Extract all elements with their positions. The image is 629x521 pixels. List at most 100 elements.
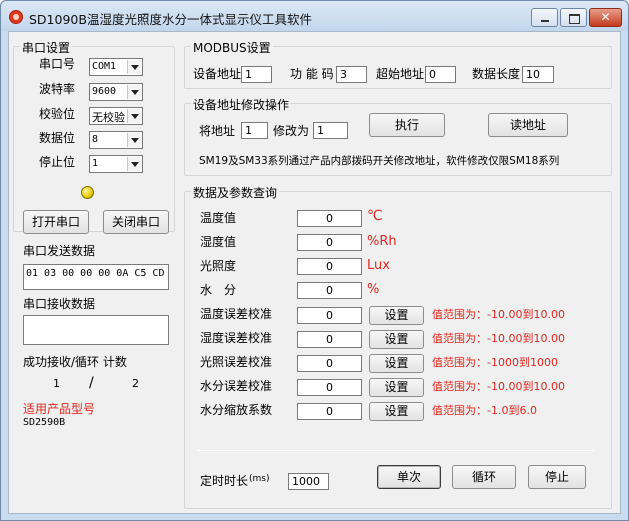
query-row-label: 光照误差校准: [200, 355, 273, 369]
humidity-value-field[interactable]: 0: [297, 234, 362, 251]
app-window: SD1090B温湿度光照度水分一体式显示仪工具软件 ✕ 串口设置 串口号 COM…: [0, 0, 629, 521]
baud-label: 波特率: [39, 82, 76, 96]
query-group: 数据及参数查询: [184, 184, 612, 509]
databits-select[interactable]: 8: [89, 131, 143, 149]
loop-query-button[interactable]: 循环: [452, 465, 516, 489]
query-title: 数据及参数查询: [191, 184, 280, 201]
timer-interval-field[interactable]: 1000: [288, 473, 329, 490]
chevron-down-icon: [127, 109, 141, 123]
baud-value: 9600: [92, 86, 117, 97]
query-row-label: 水分误差校准: [200, 379, 273, 393]
parity-select[interactable]: 无校验: [89, 107, 143, 125]
connection-status-indicator: [81, 186, 94, 199]
query-row-label: 水分缩放系数: [200, 403, 273, 417]
temp-calibration-set-button[interactable]: 设置: [369, 306, 424, 325]
stopbits-select[interactable]: 1: [89, 155, 143, 173]
chevron-down-icon: [127, 85, 141, 99]
query-row-label: 湿度值: [200, 235, 237, 249]
section-divider: [197, 450, 594, 451]
port-select[interactable]: COM1: [89, 58, 143, 76]
timer-label: 定时时长: [200, 474, 249, 488]
close-icon: ✕: [600, 10, 611, 24]
parity-value: 无校验: [92, 111, 125, 124]
client-area: 串口设置 串口号 COM1 波特率 9600 校验位 无校验 数据位 8 停止位…: [8, 31, 621, 514]
from-address-label: 将地址: [199, 124, 236, 138]
query-row-label: 温度误差校准: [200, 307, 273, 321]
single-query-button[interactable]: 单次: [377, 465, 441, 489]
humidity-calibration-set-button[interactable]: 设置: [369, 330, 424, 349]
parity-label: 校验位: [39, 107, 76, 121]
app-logo-icon: [9, 10, 23, 24]
stopbits-value: 1: [92, 158, 99, 169]
temp-calibration-range: 值范围为：-10.00到10.00: [432, 308, 565, 321]
databits-label: 数据位: [39, 131, 76, 145]
title-bar[interactable]: SD1090B温湿度光照度水分一体式显示仪工具软件 ✕: [1, 1, 628, 31]
from-address-field[interactable]: 1: [241, 122, 268, 139]
modbus-settings-title: MODBUS设置: [191, 39, 273, 56]
start-address-field[interactable]: 0: [425, 66, 456, 83]
humidity-unit: %Rh: [367, 234, 397, 249]
databits-value: 8: [92, 134, 99, 145]
humidity-calibration-range: 值范围为：-10.00到10.00: [432, 332, 565, 345]
stop-query-button[interactable]: 停止: [528, 465, 586, 489]
receive-data-field[interactable]: [23, 315, 169, 345]
count-separator: /: [89, 375, 94, 391]
query-row-label: 水 分: [200, 283, 237, 297]
address-change-note: SM19及SM33系列通过产品内部拨码开关修改地址，软件修改仅限SM18系列: [199, 155, 560, 167]
moisture-value-field[interactable]: 0: [297, 282, 362, 299]
moisture-scale-range: 值范围为：-1.0到6.0: [432, 404, 537, 417]
query-row-label: 湿度误差校准: [200, 331, 273, 345]
light-calibration-range: 值范围为：-1000到1000: [432, 356, 558, 369]
close-window-button[interactable]: ✕: [589, 8, 622, 27]
to-address-label: 修改为: [273, 124, 310, 138]
send-data-field[interactable]: 01 03 00 00 00 0A C5 CD: [23, 264, 169, 290]
moisture-calibration-range: 值范围为：-10.00到10.00: [432, 380, 565, 393]
illuminance-unit: Lux: [367, 258, 390, 273]
function-code-label: 功 能 码: [290, 67, 334, 81]
read-address-button[interactable]: 读地址: [488, 113, 568, 137]
query-row-label: 光照度: [200, 259, 237, 273]
close-port-button[interactable]: 关闭串口: [103, 210, 169, 234]
port-value: COM1: [92, 61, 117, 72]
start-address-label: 超始地址: [376, 67, 425, 81]
minimize-button[interactable]: [531, 8, 558, 27]
data-length-label: 数据长度: [472, 67, 521, 81]
chevron-down-icon: [127, 157, 141, 171]
humidity-calibration-field[interactable]: 0: [297, 331, 362, 348]
maximize-button[interactable]: [560, 8, 587, 27]
temperature-unit: ℃: [367, 208, 383, 224]
send-data-label: 串口发送数据: [23, 244, 96, 258]
success-count: 1: [53, 377, 60, 390]
moisture-calibration-set-button[interactable]: 设置: [369, 378, 424, 397]
loop-count: 2: [132, 377, 139, 390]
device-address-label: 设备地址: [193, 67, 242, 81]
moisture-scale-set-button[interactable]: 设置: [369, 402, 424, 421]
product-model-label: 适用产品型号: [23, 402, 96, 416]
data-length-field[interactable]: 10: [522, 66, 554, 83]
function-code-field[interactable]: 3: [336, 66, 367, 83]
to-address-field[interactable]: 1: [313, 122, 348, 139]
execute-button[interactable]: 执行: [369, 113, 445, 137]
moisture-calibration-field[interactable]: 0: [297, 379, 362, 396]
temp-calibration-field[interactable]: 0: [297, 307, 362, 324]
device-address-field[interactable]: 1: [241, 66, 272, 83]
moisture-unit: %: [367, 282, 380, 297]
stopbits-label: 停止位: [39, 155, 76, 169]
open-port-button[interactable]: 打开串口: [23, 210, 89, 234]
baud-select[interactable]: 9600: [89, 83, 143, 101]
stats-label: 成功接收/循环 计数: [23, 355, 127, 369]
port-label: 串口号: [39, 57, 76, 71]
light-calibration-set-button[interactable]: 设置: [369, 354, 424, 373]
moisture-scale-field[interactable]: 0: [297, 403, 362, 420]
window-title: SD1090B温湿度光照度水分一体式显示仪工具软件: [29, 12, 312, 27]
light-calibration-field[interactable]: 0: [297, 355, 362, 372]
query-row-label: 温度值: [200, 211, 237, 225]
chevron-down-icon: [127, 60, 141, 74]
product-model-value: SD2590B: [23, 417, 66, 428]
timer-unit: (ms): [249, 474, 270, 484]
illuminance-value-field[interactable]: 0: [297, 258, 362, 275]
chevron-down-icon: [127, 133, 141, 147]
receive-data-label: 串口接收数据: [23, 297, 96, 311]
serial-settings-title: 串口设置: [20, 39, 73, 56]
temperature-value-field[interactable]: 0: [297, 210, 362, 227]
